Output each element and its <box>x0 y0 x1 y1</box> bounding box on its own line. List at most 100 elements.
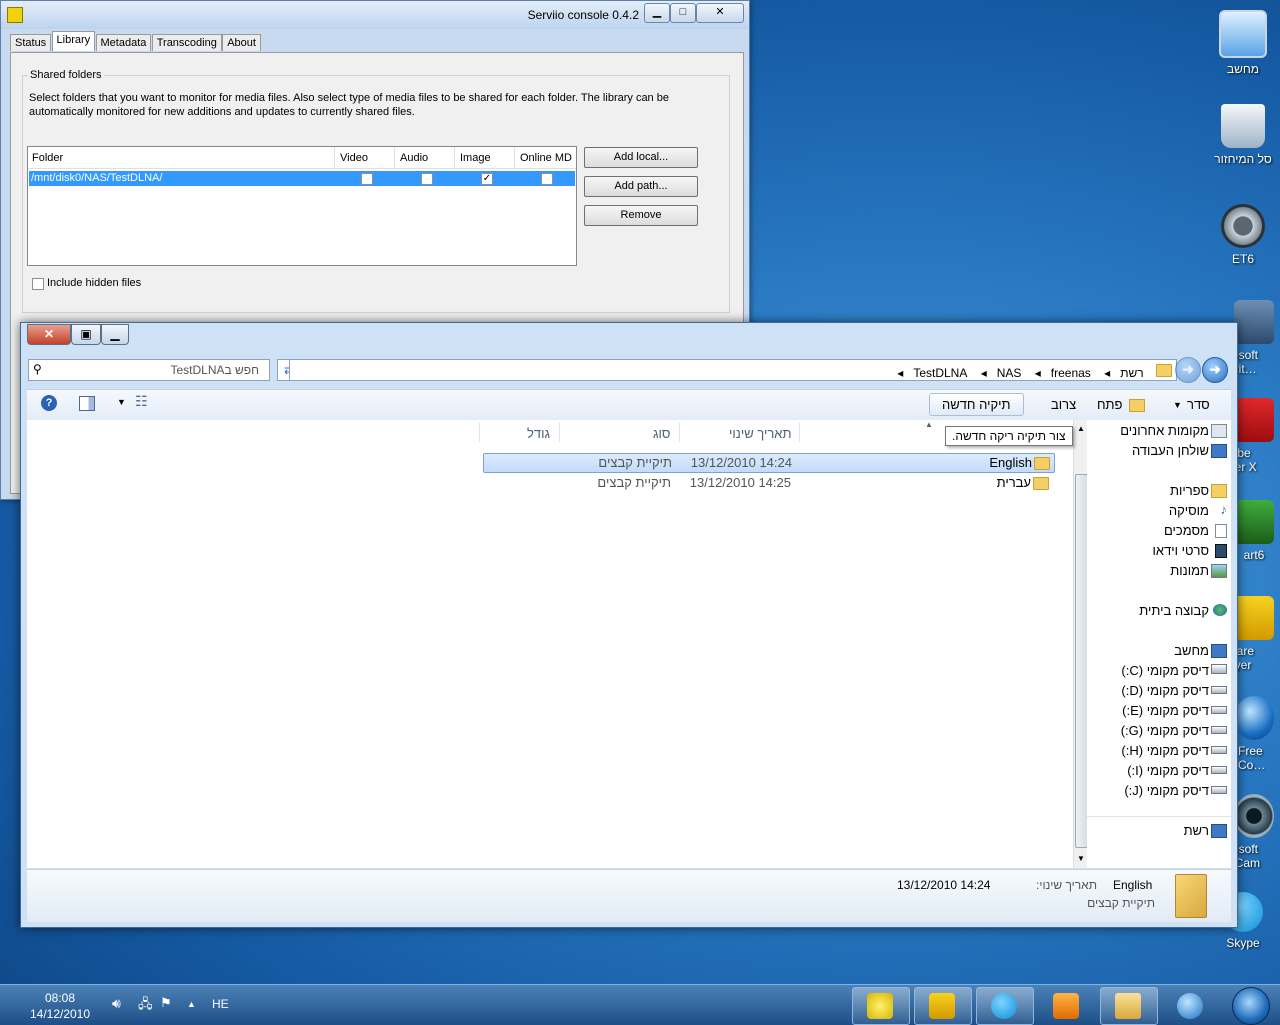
network-icon <box>1211 824 1227 838</box>
search-box[interactable]: ⚲ חפש בTestDLNA <box>28 359 270 381</box>
system-clock[interactable]: 08:08 14/12/2010 <box>20 990 100 1022</box>
column-type[interactable]: סוג <box>653 426 670 441</box>
minimize-button[interactable]: ▁ <box>644 3 670 23</box>
help-icon[interactable]: ? <box>41 395 57 411</box>
desktop-icon-label: ET6 <box>1231 252 1254 266</box>
file-list[interactable]: גודל סוג תאריך שינוי ▲ English 13/12/201… <box>27 420 1073 868</box>
show-hidden-icons-button[interactable]: ▲ <box>187 999 196 1009</box>
nav-videos[interactable]: סרטי וידאו <box>1153 543 1209 558</box>
organize-button[interactable]: סדר <box>1187 397 1210 412</box>
folder-icon <box>1115 993 1141 1019</box>
nav-drive-d[interactable]: דיסק מקומי (D:) <box>1121 683 1209 698</box>
nav-desktop[interactable]: שולחן העבודה <box>1132 443 1209 458</box>
nav-drive-c[interactable]: דיסק מקומי (C:) <box>1121 663 1209 678</box>
nav-documents[interactable]: מסמכים <box>1164 523 1209 538</box>
nav-computer[interactable]: מחשב <box>1174 643 1209 658</box>
column-size[interactable]: גודל <box>527 426 550 441</box>
desktop-icon-recycle-bin[interactable]: סל המיחזור <box>1212 104 1274 166</box>
breadcrumb-item[interactable]: רשת <box>1115 364 1148 382</box>
maximize-button[interactable]: ▣ <box>71 324 101 345</box>
burn-button[interactable]: צרוב <box>1051 397 1076 412</box>
close-button[interactable]: ✕ <box>696 3 744 23</box>
nav-drive-h[interactable]: דיסק מקומי (H:) <box>1121 743 1209 758</box>
view-options-dropdown[interactable]: ▼ <box>117 397 126 407</box>
nav-network[interactable]: רשת <box>1184 823 1209 838</box>
details-name: English <box>1113 878 1153 892</box>
nav-drive-e[interactable]: דיסק מקומי (E:) <box>1122 703 1209 718</box>
column-audio[interactable]: Audio <box>400 152 428 164</box>
audio-checkbox[interactable] <box>421 173 433 185</box>
organize-dropdown-icon[interactable]: ▼ <box>1173 400 1182 410</box>
video-checkbox[interactable] <box>361 173 373 185</box>
column-image[interactable]: Image <box>460 152 491 164</box>
add-path-button[interactable]: Add path... <box>584 176 698 197</box>
details-modified-label: תאריך שינוי: <box>1036 878 1097 892</box>
network-tray-icon[interactable]: 🖧︎ <box>138 995 153 1017</box>
folder-thumbnail-icon <box>1175 874 1207 918</box>
nav-libraries[interactable]: ספריות <box>1170 483 1209 498</box>
nav-pictures[interactable]: תמונות <box>1170 563 1209 578</box>
preview-pane-icon[interactable] <box>79 396 95 411</box>
column-video[interactable]: Video <box>340 152 368 164</box>
vmware-icon <box>929 993 955 1019</box>
serviio-titlebar[interactable]: Serviio console 0.4.2 ▁ □ ✕ <box>1 1 749 29</box>
breadcrumb-item[interactable]: TestDLNA <box>908 364 972 382</box>
serviio-app-icon <box>7 7 23 23</box>
volume-icon[interactable]: 🔊︎ <box>112 995 121 1012</box>
taskbar-vmware[interactable] <box>914 987 972 1025</box>
tab-status[interactable]: Status <box>10 34 52 51</box>
tab-library[interactable]: Library <box>51 31 96 51</box>
file-row[interactable]: English 13/12/2010 14:24 תיקיית קבצים <box>483 453 1055 473</box>
group-title: Shared folders <box>28 69 104 81</box>
forward-button[interactable]: ➜ <box>1175 357 1201 383</box>
desktop-icon-label: Skype <box>1226 936 1260 950</box>
taskbar-internet-explorer[interactable] <box>1162 987 1220 1025</box>
nav-drive-g[interactable]: דיסק מקומי (G:) <box>1121 723 1209 738</box>
recycle-bin-icon <box>1221 104 1265 148</box>
videos-icon <box>1215 544 1227 558</box>
address-bar[interactable]: רשת ◂ freenas ◂ NAS ◂ TestDLNA ◂ <box>289 359 1177 381</box>
nav-recent-places[interactable]: מקומות אחרונים <box>1120 423 1209 438</box>
back-button[interactable]: ➜ <box>1202 357 1228 383</box>
tab-strip: Status Library Metadata Transcoding Abou… <box>10 31 261 52</box>
new-folder-button[interactable]: תיקיה חדשה <box>929 393 1024 416</box>
nav-music[interactable]: מוסיקה <box>1169 503 1209 518</box>
scroll-up-arrow[interactable]: ▲ <box>1077 424 1085 433</box>
breadcrumb-item[interactable]: freenas <box>1046 364 1096 382</box>
close-button[interactable]: ✕ <box>27 324 71 345</box>
shared-folders-table[interactable]: Folder Video Audio Image Online MD /mnt/… <box>27 146 577 266</box>
column-folder[interactable]: Folder <box>32 152 63 164</box>
nav-drive-i[interactable]: דיסק מקומי (I:) <box>1127 763 1209 778</box>
column-modified[interactable]: תאריך שינוי <box>729 426 791 441</box>
language-indicator[interactable]: HE <box>212 997 229 1011</box>
tab-about[interactable]: About <box>222 34 261 51</box>
maximize-button[interactable]: □ <box>670 3 696 23</box>
start-button[interactable] <box>1232 987 1270 1025</box>
minimize-button[interactable]: ▁ <box>101 324 129 345</box>
navigation-scrollbar[interactable]: ▲ ▼ <box>1073 420 1088 868</box>
table-row[interactable]: /mnt/disk0/NAS/TestDLNA/ ✓ <box>29 171 575 186</box>
file-row[interactable]: עברית 13/12/2010 14:25 תיקיית קבצים <box>483 474 1053 492</box>
action-center-flag-icon[interactable]: ⚑ <box>160 995 172 1011</box>
tab-transcoding[interactable]: Transcoding <box>151 34 222 51</box>
explorer-titlebar[interactable]: ✕ ▣ ▁ <box>21 323 1237 351</box>
column-online-md[interactable]: Online MD <box>520 152 572 164</box>
taskbar-media-player[interactable] <box>1038 987 1096 1025</box>
online-md-checkbox[interactable] <box>541 173 553 185</box>
breadcrumb-item[interactable]: NAS <box>992 364 1027 382</box>
view-list-icon[interactable]: ☷ <box>135 393 148 410</box>
remove-button[interactable]: Remove <box>584 205 698 226</box>
taskbar-skype[interactable] <box>976 987 1034 1025</box>
open-button[interactable]: פתח <box>1097 397 1122 412</box>
nav-homegroup[interactable]: קבוצה ביתית <box>1139 603 1209 618</box>
scroll-down-arrow[interactable]: ▼ <box>1077 854 1085 863</box>
desktop-icon-et6[interactable]: ET6 <box>1212 204 1274 266</box>
taskbar-explorer[interactable] <box>1100 987 1158 1025</box>
nav-drive-j[interactable]: דיסק מקומי (J:) <box>1124 783 1209 798</box>
add-local-button[interactable]: Add local... <box>584 147 698 168</box>
image-checkbox[interactable]: ✓ <box>481 173 493 185</box>
desktop-icon-computer[interactable]: מחשב <box>1212 10 1274 76</box>
tab-metadata[interactable]: Metadata <box>95 34 152 51</box>
include-hidden-checkbox[interactable] <box>32 278 44 290</box>
taskbar-serviio[interactable] <box>852 987 910 1025</box>
